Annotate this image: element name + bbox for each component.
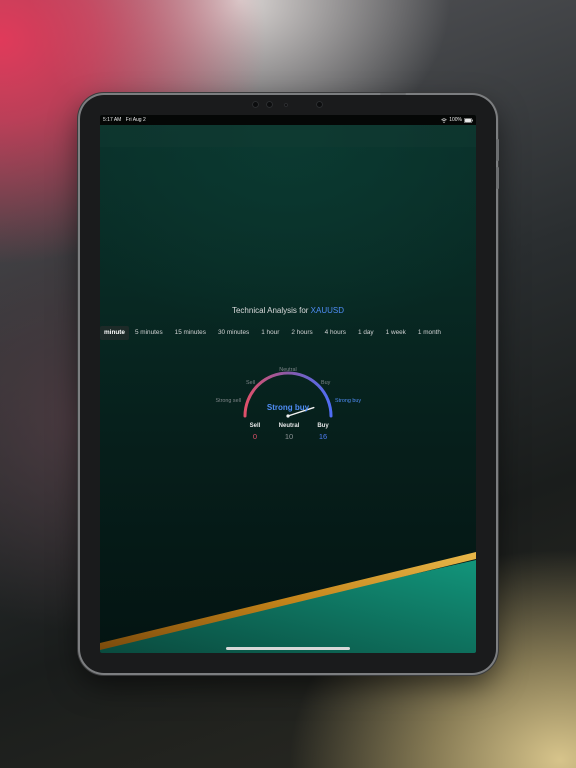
camera-dot [252,101,259,108]
volume-up-button [496,139,499,161]
power-button [380,93,406,95]
decorative-stripes [100,552,476,653]
home-indicator[interactable] [226,647,350,650]
camera-dot [316,101,323,108]
teal-wedge [100,560,476,653]
camera-dot [266,101,273,108]
sensor-dot [284,103,288,107]
app-screen: 5:17 AM Fri Aug 2 100% Technical Analysi… [100,115,476,653]
ipad-device: 5:17 AM Fri Aug 2 100% Technical Analysi… [80,93,499,673]
volume-down-button [496,167,499,189]
